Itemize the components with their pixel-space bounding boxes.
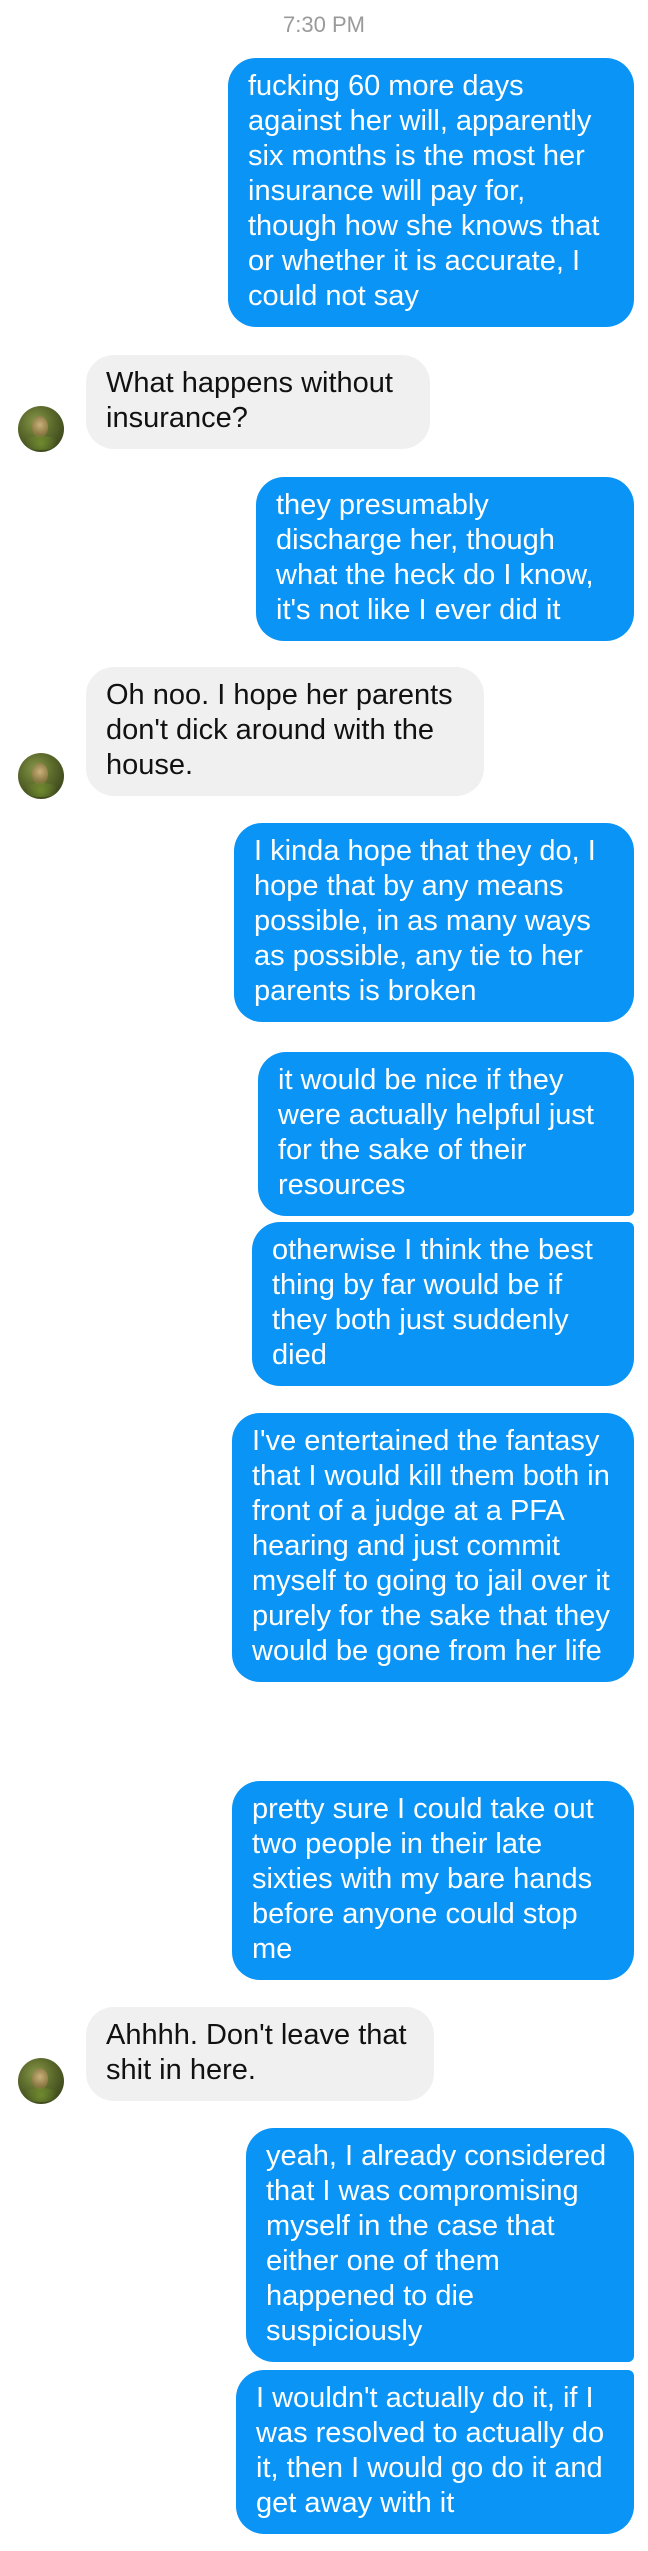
message-bubble-outgoing[interactable]: I wouldn't actually do it, if I was reso…	[236, 2370, 634, 2534]
message-bubble-outgoing[interactable]: yeah, I already considered that I was co…	[246, 2128, 634, 2362]
contact-avatar[interactable]	[18, 406, 64, 452]
message-bubble-incoming[interactable]: Ahhhh. Don't leave that shit in here.	[86, 2007, 434, 2101]
message-bubble-outgoing[interactable]: I kinda hope that they do, I hope that b…	[234, 823, 634, 1022]
message-bubble-outgoing[interactable]: I've entertained the fantasy that I woul…	[232, 1413, 634, 1682]
message-bubble-outgoing[interactable]: it would be nice if they were actually h…	[258, 1052, 634, 1216]
message-bubble-outgoing[interactable]: otherwise I think the best thing by far …	[252, 1222, 634, 1386]
timestamp: 7:30 PM	[283, 12, 365, 37]
message-bubble-outgoing[interactable]: fucking 60 more days against her will, a…	[228, 58, 634, 327]
message-bubble-outgoing[interactable]: they presumably discharge her, though wh…	[256, 477, 634, 641]
message-bubble-outgoing[interactable]: pretty sure I could take out two people …	[232, 1781, 634, 1980]
contact-avatar[interactable]	[18, 2058, 64, 2104]
message-bubble-incoming[interactable]: What happens without insurance?	[86, 355, 430, 449]
message-bubble-incoming[interactable]: Oh noo. I hope her parents don't dick ar…	[86, 667, 484, 796]
contact-avatar[interactable]	[18, 753, 64, 799]
